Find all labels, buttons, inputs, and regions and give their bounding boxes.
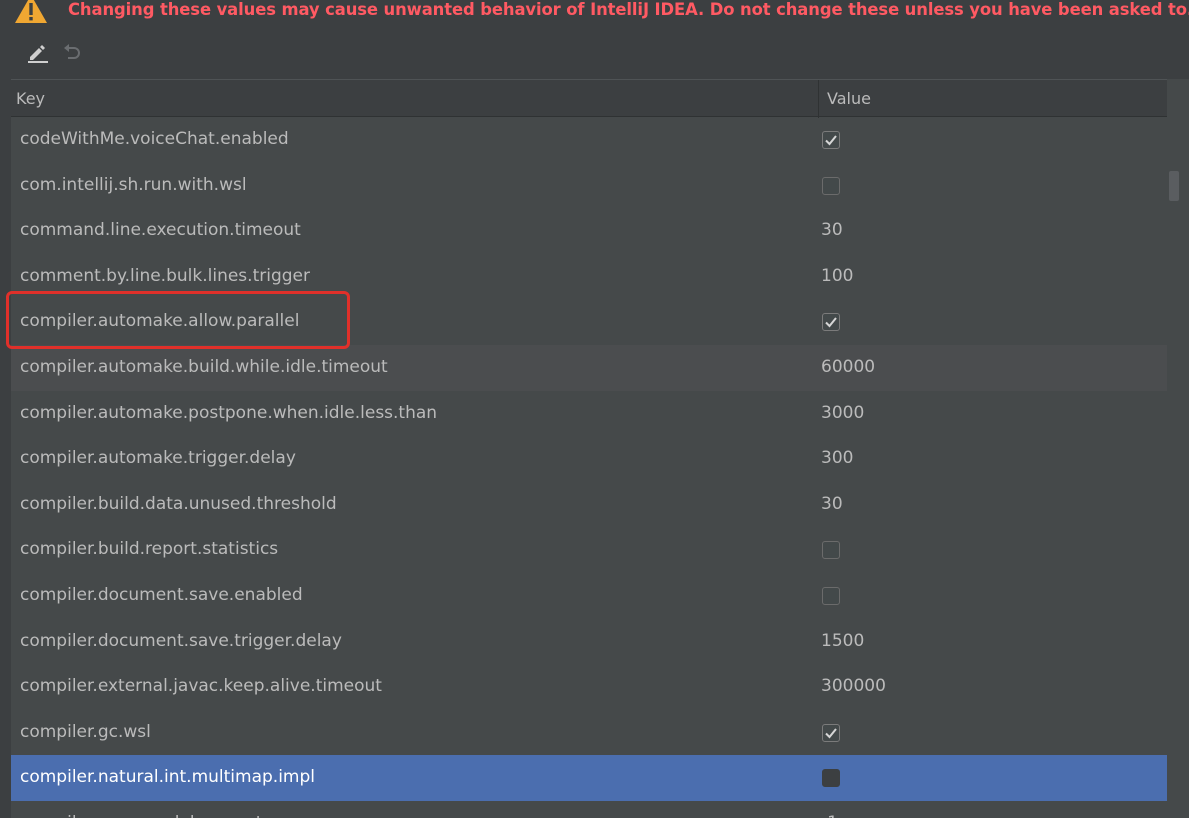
registry-value[interactable]: 30 <box>821 208 843 254</box>
registry-value[interactable]: 30 <box>821 482 843 528</box>
registry-key: compiler.natural.int.multimap.impl <box>20 767 315 788</box>
registry-value[interactable]: 300000 <box>821 664 886 710</box>
table-row[interactable]: com.intellij.sh.run.with.wsl <box>11 163 1167 209</box>
value-checkbox[interactable] <box>822 176 840 195</box>
table-row[interactable]: compiler.external.javac.keep.alive.timeo… <box>11 664 1167 710</box>
vertical-scrollbar[interactable] <box>1167 117 1189 818</box>
registry-value[interactable]: -1 <box>821 801 838 818</box>
table-row[interactable]: command.line.execution.timeout 30 <box>11 208 1167 254</box>
registry-key: compiler.automake.trigger.delay <box>20 448 296 469</box>
warning-triangle-icon <box>14 0 48 23</box>
table-row[interactable]: compiler.build.report.statistics <box>11 527 1167 573</box>
table-header: Key Value <box>11 79 1167 118</box>
registry-value[interactable]: 100 <box>821 254 853 300</box>
value-checkbox[interactable] <box>822 723 840 742</box>
annotation-highlight-box <box>6 291 350 349</box>
registry-key: compiler.automake.postpone.when.idle.les… <box>20 402 438 423</box>
undo-arrow-icon[interactable] <box>60 40 84 64</box>
table-row[interactable]: compiler.document.save.enabled <box>11 573 1167 619</box>
value-checkbox[interactable] <box>822 313 840 332</box>
scrollbar-thumb[interactable] <box>1169 171 1179 201</box>
registry-key: compiler.gc.wsl <box>20 721 151 742</box>
registry-key: compiler.document.save.enabled <box>20 584 303 605</box>
registry-value[interactable]: 300 <box>821 436 853 482</box>
table-row[interactable]: codeWithMe.voiceChat.enabled <box>11 117 1167 163</box>
warning-banner: Changing these values may cause unwanted… <box>0 0 1189 30</box>
table-row[interactable]: compiler.document.save.trigger.delay 1500 <box>11 619 1167 665</box>
registry-key: compiler.external.javac.keep.alive.timeo… <box>20 676 382 697</box>
table-body: codeWithMe.voiceChat.enabled com.intellij… <box>11 117 1167 818</box>
column-header-key[interactable]: Key <box>16 80 816 118</box>
registry-key: com.intellij.sh.run.with.wsl <box>20 174 247 195</box>
registry-key: compiler.document.save.trigger.delay <box>20 630 342 651</box>
registry-value[interactable]: 3000 <box>821 391 864 437</box>
value-checkbox[interactable] <box>822 131 840 149</box>
registry-key: command.line.execution.timeout <box>20 220 301 241</box>
table-row[interactable]: compiler.automake.trigger.delay 300 <box>11 436 1167 482</box>
table-row[interactable]: compiler.gc.wsl <box>11 710 1167 756</box>
registry-key: compiler.automake.build.while.idle.timeo… <box>20 356 388 377</box>
table-row[interactable]: compiler.natural.int.multimap.impl <box>11 755 1167 801</box>
table-row[interactable]: compiler.process.debug.port -1 <box>11 801 1167 818</box>
table-row[interactable]: compiler.automake.postpone.when.idle.les… <box>11 391 1167 437</box>
value-checkbox[interactable] <box>822 586 840 605</box>
registry-key: compiler.process.debug.port <box>20 801 262 818</box>
table-row[interactable]: compiler.automake.build.while.idle.timeo… <box>11 344 1167 391</box>
warning-message: Changing these values may cause unwanted… <box>68 0 1189 19</box>
table-row[interactable]: compiler.build.data.unused.threshold 30 <box>11 482 1167 528</box>
registry-key: compiler.build.data.unused.threshold <box>20 493 337 514</box>
value-checkbox[interactable] <box>822 541 840 560</box>
registry-table: Key Value codeWithMe.voiceChat.enabled co… <box>11 79 1189 818</box>
registry-key: codeWithMe.voiceChat.enabled <box>20 129 289 149</box>
registry-key: compiler.build.report.statistics <box>20 539 279 560</box>
registry-value[interactable]: 60000 <box>821 345 875 391</box>
edit-pencil-icon[interactable] <box>26 40 50 64</box>
column-header-value[interactable]: Value <box>818 80 1167 118</box>
registry-value[interactable]: 1500 <box>821 619 864 665</box>
value-checkbox[interactable] <box>822 769 840 788</box>
